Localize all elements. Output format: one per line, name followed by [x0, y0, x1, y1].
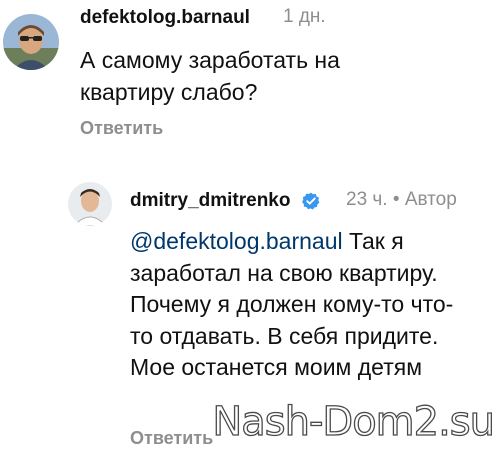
reply-button[interactable]: Ответить [80, 118, 163, 139]
avatar-photo-icon [3, 14, 59, 70]
avatar[interactable] [68, 182, 112, 226]
meta-separator: • [392, 189, 400, 210]
comment-1: defektolog.barnaul 1 дн. А самому зарабо… [0, 0, 500, 150]
mention-link[interactable]: @defektolog.barnaul [130, 228, 343, 254]
comments-view: defektolog.barnaul 1 дн. А самому зарабо… [0, 0, 500, 449]
username-text[interactable]: dmitry_dmitrenko [130, 190, 290, 211]
comment-timestamp: 1 дн. [283, 6, 326, 27]
verified-badge-icon [301, 192, 320, 210]
avatar-photo-icon [68, 182, 112, 226]
comment-username[interactable]: defektolog.barnaul [80, 7, 250, 29]
avatar[interactable] [3, 14, 59, 70]
comment-timestamp: 23 ч. [346, 189, 388, 210]
author-label: Автор [404, 189, 457, 210]
watermark: Nash-Dom2.su [212, 398, 496, 445]
comment-text: @defektolog.barnaul Так я заработал на с… [130, 226, 475, 384]
comment-username: dmitry_dmitrenko [130, 190, 320, 212]
reply-button[interactable]: Ответить [130, 428, 213, 449]
comment-text: А самому заработать на квартиру слабо? [80, 47, 340, 105]
comment-meta: 23 ч. • Автор [346, 189, 457, 211]
